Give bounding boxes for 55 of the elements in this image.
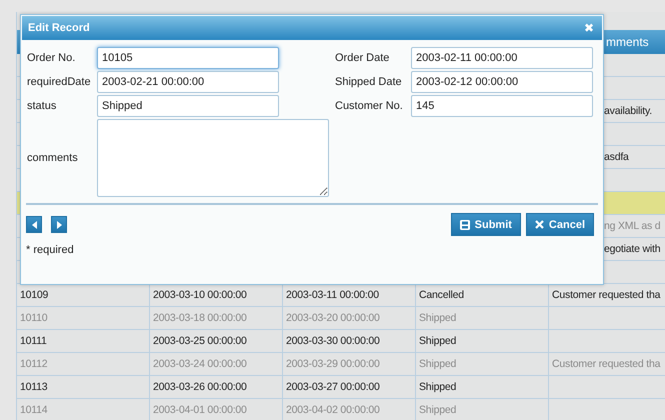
table-cell: 10110 (20, 312, 48, 324)
table-cell: 2003-03-27 00:00:00 (286, 381, 380, 393)
table-cell: Customer requested tha (552, 289, 660, 301)
table-cell: 10114 (20, 404, 48, 416)
field-label: Order Date (335, 52, 390, 64)
save-icon (460, 220, 470, 230)
previous-button[interactable] (26, 216, 42, 233)
input-field[interactable]: 2003-02-11 00:00:00 (411, 47, 593, 69)
field-label: Shipped Date (335, 76, 403, 88)
table-cell: Shipped (419, 381, 456, 393)
comments-field[interactable] (97, 119, 329, 197)
table-cell: 10113 (20, 381, 48, 393)
table-cell: 2003-04-02 00:00:00 (286, 404, 380, 416)
table-cell: 2003-03-20 00:00:00 (286, 312, 380, 324)
input-field[interactable]: 2003-02-21 00:00:00 (97, 71, 279, 93)
cancel-button[interactable]: Cancel (526, 213, 594, 236)
input-field[interactable]: 10105 (97, 47, 279, 69)
table-cell: 2003-03-29 00:00:00 (286, 358, 380, 370)
field-label: comments (27, 152, 79, 164)
table-cell: Customer requested tha (552, 358, 660, 370)
table-cell: 10109 (20, 289, 48, 301)
field-label: Order No. (27, 52, 76, 64)
table-cell: asdfa (604, 151, 629, 163)
left-triangle-icon (32, 220, 36, 228)
field-label: status (27, 100, 58, 112)
table-cell: Cancelled (419, 289, 464, 301)
table-cell: Shipped (419, 335, 456, 347)
table-cell: 2003-03-25 00:00:00 (153, 335, 247, 347)
header-text: mments (606, 35, 649, 49)
submit-button[interactable]: Submit (450, 213, 521, 236)
table-cell: Shipped (419, 312, 456, 324)
input-field[interactable]: 2003-02-12 00:00:00 (411, 71, 593, 93)
required-note: * required (25, 243, 75, 256)
table-cell: Shipped (419, 404, 456, 416)
input-field[interactable]: Shipped (97, 95, 279, 117)
table-cell: 2003-03-10 00:00:00 (153, 289, 247, 301)
table-cell: 2003-03-18 00:00:00 (153, 312, 247, 324)
table-cell: 2003-03-24 00:00:00 (153, 358, 247, 370)
field-label: Customer No. (335, 100, 404, 112)
field-label: requiredDate (27, 76, 92, 88)
right-triangle-icon (56, 220, 62, 228)
table-cell: Shipped (419, 358, 456, 370)
table-cell: egotiate with (604, 243, 660, 255)
table-cell: 2003-03-26 00:00:00 (153, 381, 247, 393)
input-field[interactable]: 145 (411, 95, 593, 117)
table-cell: 10111 (20, 335, 47, 347)
table-cell: ng XML as d (604, 220, 660, 232)
next-button[interactable] (51, 216, 67, 233)
table-cell: 2003-04-01 00:00:00 (153, 404, 247, 416)
table-cell: 2003-03-30 00:00:00 (286, 335, 380, 347)
table-cell: 10112 (20, 358, 48, 370)
close-icon (534, 220, 544, 229)
table-cell: 2003-03-11 00:00:00 (286, 289, 379, 301)
table-cell: availability. (604, 105, 652, 117)
dialog-title: Edit Record (28, 22, 90, 34)
